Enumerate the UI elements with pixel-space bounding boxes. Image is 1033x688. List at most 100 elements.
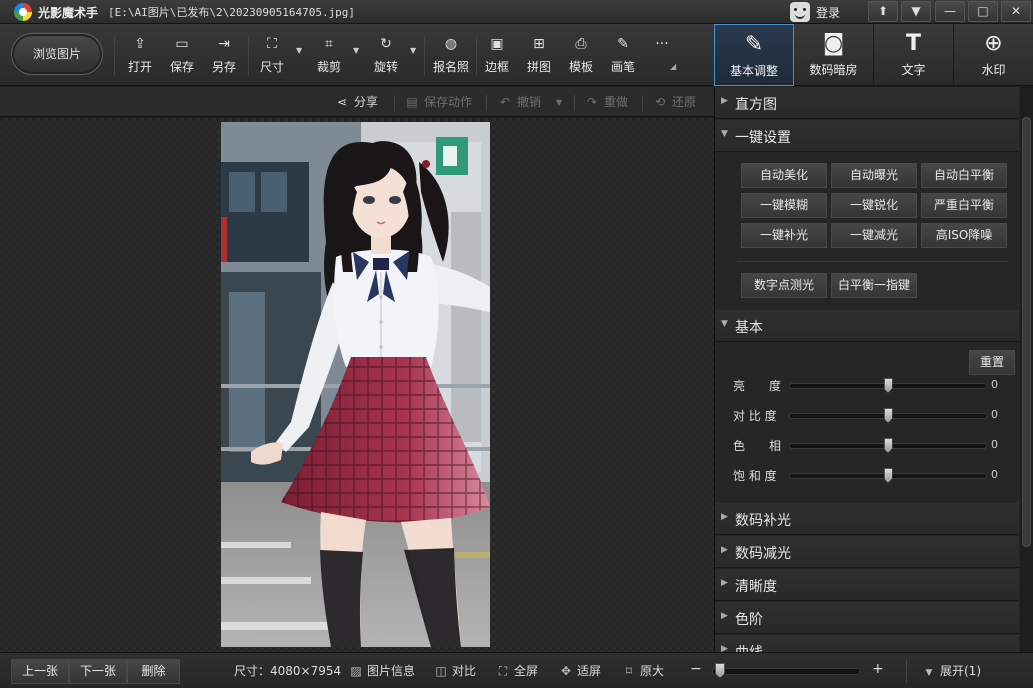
- share-button[interactable]: ⋖ 分享: [334, 93, 378, 111]
- resize-label: 尺寸: [259, 60, 284, 74]
- undo-dropdown-icon[interactable]: ▼: [556, 94, 562, 112]
- one-click-sharpen-button[interactable]: 一键锐化: [831, 193, 917, 218]
- auto-white-balance-button[interactable]: 自动白平衡: [921, 163, 1007, 188]
- status-bar: 上一张 下一张 删除 尺寸：4080×7954 ▨ 图片信息 ◫ 对比 ⛶ 全屏 ✥ 适…: [0, 652, 1033, 688]
- fullscreen-label: 全屏: [514, 664, 539, 678]
- undo-button[interactable]: ↶ 撤销: [497, 93, 541, 111]
- brightness-slider-thumb[interactable]: [883, 378, 893, 393]
- template-label: 模板: [568, 60, 593, 74]
- spot-metering-button[interactable]: 数字点测光: [741, 273, 827, 298]
- face-icon: [790, 2, 810, 22]
- delete-image-button[interactable]: 删除: [127, 659, 180, 684]
- redo-button[interactable]: ↷ 重做: [584, 93, 628, 111]
- panel-scrollbar[interactable]: [1020, 87, 1033, 652]
- restore-icon: ⟲: [654, 95, 666, 109]
- section-histogram[interactable]: ▶ 直方图: [715, 87, 1019, 119]
- compare-button[interactable]: ◫ 对比: [434, 663, 476, 681]
- severe-white-balance-button[interactable]: 严重白平衡: [921, 193, 1007, 218]
- caret-down-icon: ▼: [721, 319, 728, 329]
- template-button[interactable]: ⎙ 模板: [563, 36, 599, 76]
- auto-exposure-button[interactable]: 自动曝光: [831, 163, 917, 188]
- high-iso-denoise-button[interactable]: 高ISO降噪: [921, 223, 1007, 248]
- save-icon: ▭: [175, 36, 189, 52]
- zoom-slider-track[interactable]: [712, 668, 860, 675]
- image-canvas[interactable]: [0, 118, 714, 652]
- image-info-button[interactable]: ▨ 图片信息: [349, 663, 415, 681]
- hue-slider-thumb[interactable]: [883, 438, 893, 453]
- zoom-slider-thumb[interactable]: [714, 663, 725, 678]
- section-digital-reduce-light[interactable]: ▶ 数码减光: [715, 536, 1019, 568]
- section-title: 清晰度: [735, 579, 777, 595]
- save-action-label: 保存动作: [424, 95, 473, 109]
- slider-value: 0: [991, 378, 998, 391]
- border-button[interactable]: ▣ 边框: [479, 36, 515, 76]
- open-icon: ⇪: [134, 36, 146, 52]
- menu-icon[interactable]: ▼: [901, 1, 931, 22]
- zoom-in-button[interactable]: +: [872, 661, 884, 679]
- collage-button[interactable]: ⊞ 拼图: [521, 36, 557, 76]
- section-one-click[interactable]: ▼ 一键设置: [715, 120, 1019, 152]
- original-size-button[interactable]: ⌑ 原大: [622, 663, 664, 681]
- toolbar-separator: [114, 36, 115, 76]
- caret-right-icon: ▶: [721, 644, 728, 652]
- section-clarity[interactable]: ▶ 清晰度: [715, 569, 1019, 601]
- section-curves[interactable]: ▶ 曲线: [715, 635, 1019, 652]
- zoom-out-button[interactable]: −: [690, 661, 702, 679]
- rotate-dropdown-icon[interactable]: ▼: [410, 46, 418, 55]
- slider-label: 亮 度: [733, 379, 782, 393]
- next-image-button[interactable]: 下一张: [69, 659, 127, 684]
- pin-icon[interactable]: ⬆: [868, 1, 898, 22]
- section-title: 基本: [735, 320, 763, 336]
- collage-icon: ⊞: [533, 36, 545, 52]
- photo-preview[interactable]: [221, 122, 490, 647]
- resize-button[interactable]: ⛶ 尺寸: [254, 36, 290, 76]
- tab-basic-adjust[interactable]: ✎ 基本调整: [714, 24, 794, 86]
- one-click-fill-light-button[interactable]: 一键补光: [741, 223, 827, 248]
- slider-value: 0: [991, 408, 998, 421]
- brightness-slider-row: 亮 度 0: [733, 375, 1019, 395]
- slider-value: 0: [991, 438, 998, 451]
- rotate-label: 旋转: [373, 60, 398, 74]
- maximize-icon[interactable]: □: [968, 1, 998, 22]
- slider-label: 对 比 度: [733, 409, 777, 423]
- brush-button[interactable]: ✎ 画笔: [605, 36, 641, 76]
- panel-scrollbar-thumb[interactable]: [1022, 117, 1031, 547]
- crop-button[interactable]: ⌗ 裁剪: [311, 36, 347, 76]
- save-as-label: 另存: [211, 60, 236, 74]
- one-click-blur-button[interactable]: 一键模糊: [741, 193, 827, 218]
- tab-darkroom[interactable]: ◙ 数码暗房: [794, 24, 874, 86]
- fit-screen-button[interactable]: ✥ 适屏: [559, 663, 601, 681]
- save-action-button[interactable]: ▤ 保存动作: [404, 93, 472, 111]
- tab-watermark[interactable]: ⊕ 水印: [954, 24, 1033, 86]
- rotate-button[interactable]: ↻ 旋转: [368, 36, 404, 76]
- resize-dropdown-icon[interactable]: ▼: [296, 46, 304, 55]
- image-info-icon: ▨: [350, 664, 362, 678]
- toolbar-separator: [248, 36, 249, 76]
- open-button[interactable]: ⇪ 打开: [122, 36, 158, 76]
- login-button[interactable]: 登录: [790, 1, 840, 23]
- section-digital-fill-light[interactable]: ▶ 数码补光: [715, 503, 1019, 535]
- save-button[interactable]: ▭ 保存: [164, 36, 200, 76]
- white-balance-picker-button[interactable]: 白平衡一指键: [831, 273, 917, 298]
- tab-text[interactable]: T 文字: [874, 24, 954, 86]
- close-icon[interactable]: ✕: [1001, 1, 1031, 22]
- auto-beautify-button[interactable]: 自动美化: [741, 163, 827, 188]
- saturation-slider-thumb[interactable]: [883, 468, 893, 483]
- reset-button[interactable]: 重置: [969, 350, 1015, 375]
- toolbar-expand-icon[interactable]: ◢: [670, 62, 676, 71]
- crop-label: 裁剪: [316, 60, 341, 74]
- section-levels[interactable]: ▶ 色阶: [715, 602, 1019, 634]
- crop-dropdown-icon[interactable]: ▼: [353, 46, 361, 55]
- save-as-button[interactable]: ⇥ 另存: [206, 36, 242, 76]
- expand-filmstrip-button[interactable]: ▼ 展开(1): [922, 663, 981, 681]
- browse-images-button[interactable]: 浏览图片: [11, 33, 103, 75]
- section-basic[interactable]: ▼ 基本: [715, 310, 1019, 342]
- id-photo-button[interactable]: ◍ 报名照: [430, 36, 472, 76]
- previous-image-button[interactable]: 上一张: [11, 659, 69, 684]
- one-click-reduce-light-button[interactable]: 一键减光: [831, 223, 917, 248]
- fullscreen-button[interactable]: ⛶ 全屏: [496, 663, 538, 681]
- minimize-icon[interactable]: —: [935, 1, 965, 22]
- hue-slider-row: 色 相 0: [733, 435, 1019, 455]
- restore-button[interactable]: ⟲ 还原: [652, 93, 696, 111]
- contrast-slider-thumb[interactable]: [883, 408, 893, 423]
